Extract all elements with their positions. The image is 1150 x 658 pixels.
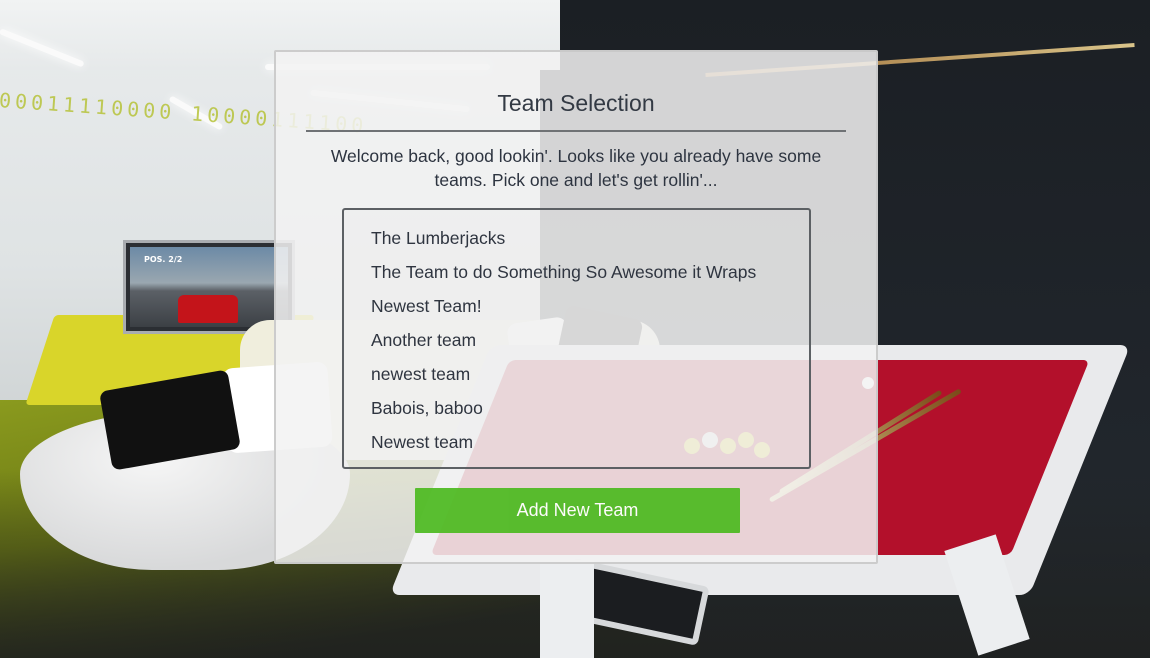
team-list-item[interactable]: newest team [371, 361, 809, 395]
team-list-item[interactable]: The Lumberjacks [371, 225, 809, 259]
team-list-item[interactable]: Newest team [371, 429, 809, 463]
team-list-item[interactable]: Another team [371, 327, 809, 361]
team-list-item[interactable]: Newest Team! [371, 293, 809, 327]
tv-position-readout: POS. 2/2 [144, 255, 183, 264]
team-list-item[interactable]: Babois, baboo [371, 395, 809, 429]
team-selection-dialog: Team Selection Welcome back, good lookin… [274, 50, 878, 564]
team-list[interactable]: The Lumberjacks The Team to do Something… [342, 208, 811, 469]
dialog-title: Team Selection [497, 90, 655, 116]
title-divider [306, 130, 846, 132]
team-list-item[interactable]: The Team to do Something So Awesome it W… [371, 259, 809, 293]
pool-table-leg [540, 560, 594, 658]
add-new-team-button[interactable]: Add New Team [415, 488, 740, 533]
dialog-subtitle: Welcome back, good lookin'. Looks like y… [330, 146, 822, 190]
race-car [178, 295, 238, 323]
tv-screen: POS. 2/2 [130, 247, 288, 327]
